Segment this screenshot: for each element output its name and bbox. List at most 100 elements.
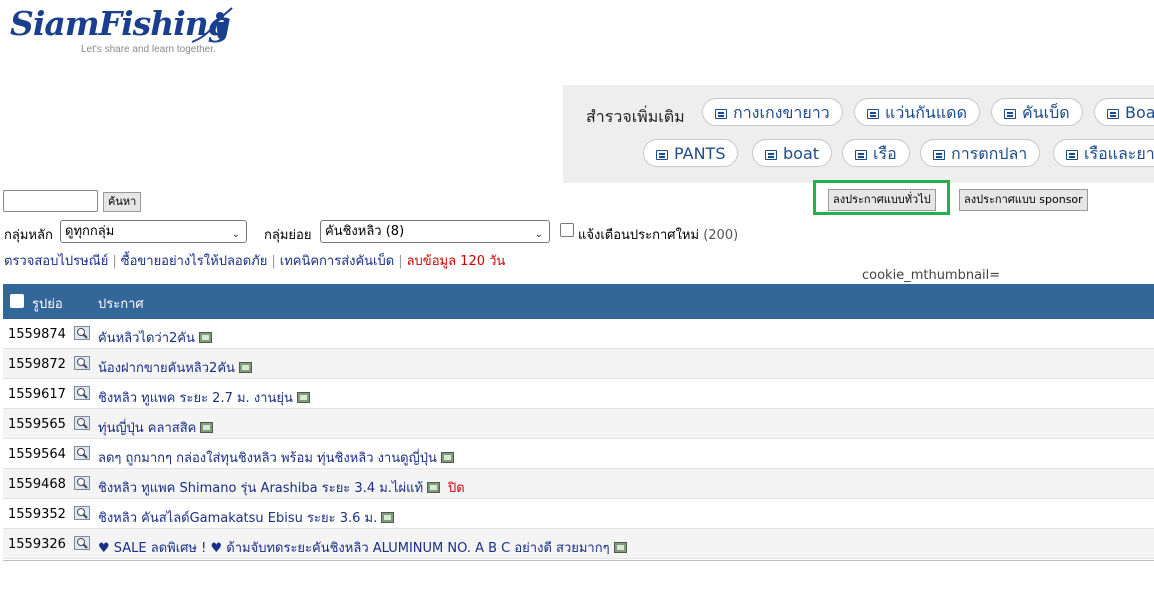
pill-label: PANTS xyxy=(674,144,726,163)
pill-label: กางเกงขายาว xyxy=(733,103,830,122)
post-list: 1559874 คันหลิวไดว่า2คัน 1559872 น้องฝาก… xyxy=(3,319,1154,559)
pill-label: คันเบ็ด xyxy=(1022,103,1070,122)
col-post-header: ประกาศ xyxy=(98,297,144,312)
explore-more-box: สำรวจเพิ่มเติม กางเกงขายาว แว่นกันแดด คั… xyxy=(563,85,1154,183)
separator: | xyxy=(271,254,276,269)
explore-pill[interactable]: Boa xyxy=(1094,98,1154,126)
list-icon xyxy=(656,150,668,160)
table-row: 1559468 ชิงหลิว ทูแพค Shimano รุ่น Arash… xyxy=(3,469,1154,499)
post-title[interactable]: น้องฝากขายคันหลิว2คัน xyxy=(98,361,235,376)
post-id: 1559565 xyxy=(8,417,66,432)
post-title-link[interactable]: ลดๆ ถูกมากๆ กล่องใส่ทุนชิงหลิว พร้อม ทุ่… xyxy=(98,447,454,468)
sub-group-value: คันชิงหลิว (8) xyxy=(325,224,405,239)
fisherman-icon xyxy=(191,7,233,43)
list-icon xyxy=(715,109,727,119)
post-id: 1559468 xyxy=(8,477,66,492)
col-thumbnail-header: รูปย่อ xyxy=(32,297,63,312)
explore-pill[interactable]: แว่นกันแดด xyxy=(854,98,980,126)
post-general-button[interactable]: ลงประกาศแบบทั่วไป xyxy=(828,189,936,211)
chevron-down-icon: ⌄ xyxy=(231,229,240,240)
explore-label: สำรวจเพิ่มเติม xyxy=(586,107,685,126)
list-icon xyxy=(867,109,879,119)
magnifier-icon[interactable] xyxy=(74,536,90,550)
post-title[interactable]: คันหลิวไดว่า2คัน xyxy=(98,331,195,346)
search-input[interactable] xyxy=(3,190,98,212)
post-title[interactable]: ชิงหลิว ทูแพค Shimano รุ่น Arashiba ระยะ… xyxy=(98,481,423,496)
post-title[interactable]: ลดๆ ถูกมากๆ กล่องใส่ทุนชิงหลิว พร้อม ทุ่… xyxy=(98,451,437,466)
post-title-link[interactable]: น้องฝากขายคันหลิว2คัน xyxy=(98,357,252,378)
sub-group-label: กลุ่มย่อย xyxy=(264,228,312,243)
check-post-link[interactable]: ตรวจสอบไปรษณีย์ xyxy=(4,254,108,269)
table-row: 1559352 ชิงหลิว คันสไลด์Gamakatsu Ebisu … xyxy=(3,499,1154,529)
list-icon xyxy=(933,150,945,160)
cookie-text: cookie_mthumbnail= xyxy=(862,268,1001,283)
post-title-link[interactable]: คันหลิวไดว่า2คัน xyxy=(98,327,212,348)
post-id: 1559872 xyxy=(8,357,66,372)
notify-checkbox[interactable] xyxy=(560,223,574,237)
post-title[interactable]: ทุ่นญี่ปุ่น คลาสสิค xyxy=(98,421,196,436)
post-title-link[interactable]: ชิงหลิว ทูแพค Shimano รุ่น Arashiba ระยะ… xyxy=(98,477,465,498)
table-row: 1559874 คันหลิวไดว่า2คัน xyxy=(3,319,1154,349)
post-title[interactable]: ♥ SALE ลดพิเศษ ! ♥ ด้ามจับทดระยะคันชิงหล… xyxy=(98,541,610,556)
notify-count: (200) xyxy=(703,228,739,243)
table-header: รูปย่อ ประกาศ xyxy=(3,284,1154,319)
photo-icon xyxy=(381,512,395,523)
separator: | xyxy=(112,254,117,269)
explore-pill[interactable]: เรือและยา xyxy=(1053,139,1154,167)
notify-label: แจ้งเตือนประกาศใหม่ (200) xyxy=(578,224,738,245)
main-group-select[interactable]: ดูทุกกลุ่ม ⌄ xyxy=(60,220,247,243)
table-row: 1559872 น้องฝากขายคันหลิว2คัน xyxy=(3,349,1154,379)
notify-text: แจ้งเตือนประกาศใหม่ xyxy=(578,228,700,243)
magnifier-icon[interactable] xyxy=(74,386,90,400)
help-links: ตรวจสอบไปรษณีย์ | ซื้อขายอย่างไรให้ปลอดภัย… xyxy=(4,250,505,271)
table-row: 1559617 ชิงหลิว ทูแพค ระยะ 2.7 ม. งานยุ่… xyxy=(3,379,1154,409)
post-title-link[interactable]: ชิงหลิว ทูแพค ระยะ 2.7 ม. งานยุ่น xyxy=(98,387,310,408)
post-title[interactable]: ชิงหลิว คันสไลด์Gamakatsu Ebisu ระยะ 3.6… xyxy=(98,511,377,526)
select-all-checkbox[interactable] xyxy=(10,294,24,308)
safe-trade-link[interactable]: ซื้อขายอย่างไรให้ปลอดภัย xyxy=(121,254,268,269)
magnifier-icon[interactable] xyxy=(74,476,90,490)
post-sponsor-button[interactable]: ลงประกาศแบบ sponsor xyxy=(959,189,1088,211)
post-title-link[interactable]: ♥ SALE ลดพิเศษ ! ♥ ด้ามจับทดระยะคันชิงหล… xyxy=(98,537,627,558)
list-icon xyxy=(765,150,777,160)
explore-pill[interactable]: เรือ xyxy=(842,139,910,167)
explore-pill[interactable]: PANTS xyxy=(643,139,739,167)
post-id: 1559874 xyxy=(8,327,66,342)
list-icon xyxy=(1004,109,1016,119)
pill-label: การตกปลา xyxy=(951,144,1028,163)
magnifier-icon[interactable] xyxy=(74,356,90,370)
magnifier-icon[interactable] xyxy=(74,326,90,340)
chevron-down-icon: ⌄ xyxy=(534,229,543,240)
post-title-link[interactable]: ชิงหลิว คันสไลด์Gamakatsu Ebisu ระยะ 3.6… xyxy=(98,507,395,528)
delete-data-link[interactable]: ลบข้อมูล 120 วัน xyxy=(407,254,506,269)
photo-icon xyxy=(238,362,252,373)
site-logo[interactable]: SiamFishing Let's share and learn togeth… xyxy=(8,4,248,60)
explore-pill[interactable]: กางเกงขายาว xyxy=(702,98,843,126)
explore-pill[interactable]: การตกปลา xyxy=(920,139,1041,167)
pill-label: Boa xyxy=(1125,103,1154,122)
post-title-link[interactable]: ทุ่นญี่ปุ่น คลาสสิค xyxy=(98,417,214,438)
main-group-value: ดูทุกกลุ่ม xyxy=(65,224,115,239)
photo-icon xyxy=(440,452,454,463)
photo-icon xyxy=(198,332,212,343)
pill-label: boat xyxy=(783,144,820,163)
pill-label: แว่นกันแดด xyxy=(885,103,967,122)
photo-icon xyxy=(613,542,627,553)
shipping-tech-link[interactable]: เทคนิคการส่งคันเบ็ด xyxy=(280,254,394,269)
post-id: 1559352 xyxy=(8,507,66,522)
explore-pill[interactable]: คันเบ็ด xyxy=(991,98,1083,126)
search-button[interactable]: ค้นหา xyxy=(103,192,142,212)
post-id: 1559617 xyxy=(8,387,66,402)
photo-icon xyxy=(427,482,441,493)
magnifier-icon[interactable] xyxy=(74,506,90,520)
post-title[interactable]: ชิงหลิว ทูแพค ระยะ 2.7 ม. งานยุ่น xyxy=(98,391,293,406)
pill-label: เรือ xyxy=(873,144,897,163)
magnifier-icon[interactable] xyxy=(74,446,90,460)
explore-pill[interactable]: boat xyxy=(752,139,833,167)
photo-icon xyxy=(296,392,310,403)
magnifier-icon[interactable] xyxy=(74,416,90,430)
list-icon xyxy=(1066,150,1078,160)
table-row: 1559564 ลดๆ ถูกมากๆ กล่องใส่ทุนชิงหลิว พ… xyxy=(3,439,1154,469)
sub-group-select[interactable]: คันชิงหลิว (8) ⌄ xyxy=(320,220,550,243)
table-row: 1559326 ♥ SALE ลดพิเศษ ! ♥ ด้ามจับทดระยะ… xyxy=(3,529,1154,559)
